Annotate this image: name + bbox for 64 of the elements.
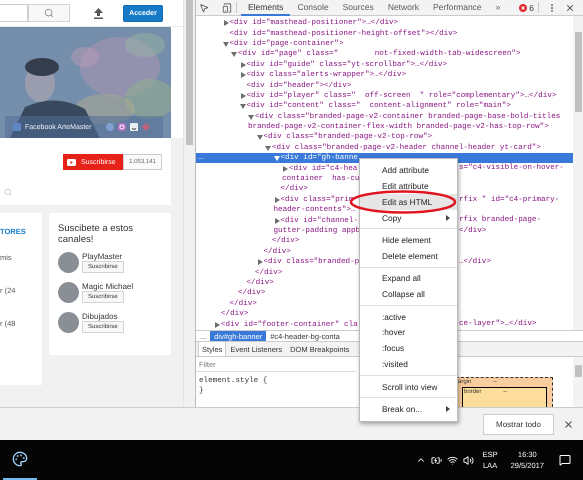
menu-item[interactable]: :hover xyxy=(360,324,457,340)
avatar[interactable] xyxy=(58,252,79,273)
scrollbar-thumb[interactable] xyxy=(574,32,582,112)
expanded-arrow-icon[interactable] xyxy=(231,51,237,58)
menu-item[interactable]: Hide element xyxy=(360,232,457,248)
search-field[interactable] xyxy=(0,4,28,22)
devtools-tab[interactable]: Console xyxy=(290,0,336,16)
menu-item[interactable]: Scroll into view xyxy=(360,378,457,395)
collapsed-arrow-icon[interactable] xyxy=(240,72,246,78)
card-title: Suscibete a estos canales! xyxy=(58,223,134,245)
collapsed-arrow-icon[interactable] xyxy=(240,92,246,99)
menu-item[interactable]: Copy xyxy=(360,210,457,226)
error-count[interactable]: 6 xyxy=(519,2,534,12)
menu-item[interactable]: Edit attribute xyxy=(360,178,457,194)
menu-item[interactable]: :focus xyxy=(360,340,457,356)
menu-item[interactable]: Delete element xyxy=(360,248,457,264)
menu-item[interactable]: Add attribute xyxy=(360,162,457,178)
search-icon xyxy=(44,8,54,18)
expanded-arrow-icon[interactable] xyxy=(256,134,262,140)
collapsed-arrow-icon[interactable] xyxy=(214,322,220,328)
collapsed-arrow-icon[interactable] xyxy=(282,166,288,172)
devtools-tab[interactable]: Performance xyxy=(426,0,489,16)
error-icon xyxy=(519,4,528,12)
expanded-arrow-icon[interactable] xyxy=(265,144,271,151)
wifi-icon[interactable] xyxy=(446,454,458,466)
expanded-arrow-icon[interactable] xyxy=(222,40,228,47)
menu-item[interactable]: Collapse all xyxy=(360,286,457,302)
collapsed-arrow-icon[interactable] xyxy=(256,259,262,266)
scrollbar[interactable] xyxy=(183,0,195,407)
collapsed-arrow-icon[interactable] xyxy=(240,62,246,68)
devtools-tab[interactable]: Sources xyxy=(336,0,381,16)
more-tabs-button[interactable]: » xyxy=(488,0,508,16)
battery-icon[interactable] xyxy=(430,454,442,466)
scrollbar-thumb[interactable] xyxy=(186,0,193,145)
close-icon[interactable] xyxy=(565,2,575,12)
device-icon[interactable] xyxy=(222,2,232,12)
devtools-tab[interactable]: Network xyxy=(380,0,426,16)
channel-name[interactable]: PlayMaster xyxy=(82,252,122,261)
menu-item[interactable]: :visited xyxy=(360,356,457,372)
scrollbar-thumb[interactable] xyxy=(574,365,582,377)
expanded-arrow-icon[interactable] xyxy=(248,114,254,120)
notification-icon[interactable] xyxy=(559,454,571,466)
devtools-tab[interactable]: Elements xyxy=(241,0,290,16)
channel-name[interactable]: Magic Michael xyxy=(82,282,134,291)
menu-item[interactable]: Break on... xyxy=(360,401,457,417)
scrollbar[interactable] xyxy=(573,357,583,407)
collapsed-arrow-icon[interactable] xyxy=(274,218,280,224)
volume-icon[interactable] xyxy=(462,454,474,466)
expanded-arrow-icon[interactable] xyxy=(240,103,246,110)
collapsed-arrow-icon[interactable] xyxy=(222,20,228,26)
close-icon[interactable] xyxy=(563,418,574,430)
palette-icon xyxy=(12,451,28,467)
upload-icon[interactable] xyxy=(93,8,104,18)
avatar[interactable] xyxy=(58,282,79,303)
scrollbar[interactable] xyxy=(573,16,583,330)
collapsed-arrow-icon[interactable] xyxy=(274,196,280,203)
avatar[interactable] xyxy=(58,312,79,333)
channel-name[interactable]: Dibujados xyxy=(82,312,118,321)
menu-item[interactable]: :active xyxy=(360,308,457,325)
show-all-button[interactable]: Mostrar todo xyxy=(483,414,554,434)
play-icon xyxy=(67,158,76,166)
menu-item[interactable]: Expand all xyxy=(360,270,457,286)
inspect-icon[interactable] xyxy=(199,2,209,12)
expanded-arrow-icon[interactable] xyxy=(274,155,280,162)
